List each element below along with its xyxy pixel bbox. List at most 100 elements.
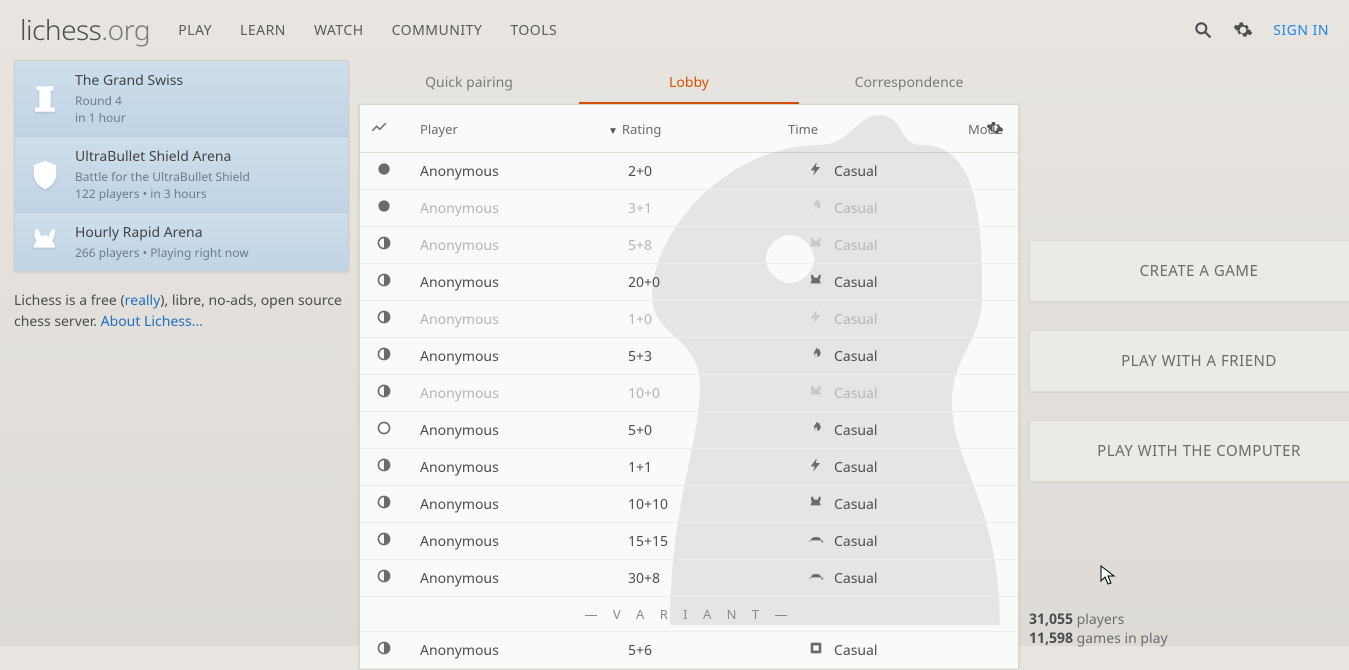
time-control: 1+1 [628, 458, 808, 477]
lobby-row[interactable]: Anonymous30+8Casual [360, 560, 1018, 597]
tab-quick-pairing[interactable]: Quick pairing [359, 63, 579, 104]
rabbit-icon [27, 224, 63, 260]
color-indicator-icon [370, 161, 420, 182]
game-mode: Casual [834, 273, 878, 292]
col-time[interactable]: Time [788, 120, 968, 138]
game-mode: Casual [834, 310, 878, 329]
game-mode: Casual [834, 641, 878, 660]
time-control: 15+15 [628, 532, 808, 551]
time-control: 2+0 [628, 162, 808, 181]
color-indicator-icon [370, 383, 420, 404]
nav-community[interactable]: COMMUNITY [392, 21, 483, 40]
bolt-icon [808, 457, 824, 478]
color-indicator-icon [370, 309, 420, 330]
chart-icon[interactable] [370, 118, 420, 140]
lobby-row[interactable]: Anonymous5+6 Casual [360, 632, 1018, 669]
color-indicator-icon [370, 494, 420, 515]
color-indicator-icon [370, 420, 420, 441]
rabbit-icon [808, 383, 824, 404]
site-stats: 31,055 players 11,598 games in play [1029, 610, 1349, 648]
player-name: Anonymous [420, 421, 628, 440]
event-title: Hourly Rapid Arena [75, 223, 249, 242]
sort-desc-icon: ▼ [608, 123, 618, 137]
time-control: 5+6 [628, 641, 808, 660]
player-name: Anonymous [420, 532, 628, 551]
games-count: 11,598 [1029, 629, 1073, 648]
time-control: 5+0 [628, 421, 808, 440]
gear-icon[interactable] [1233, 20, 1253, 40]
signin-link[interactable]: SIGN IN [1273, 21, 1329, 40]
play-computer-button[interactable]: PLAY WITH THE COMPUTER [1029, 420, 1349, 482]
lobby-row[interactable]: Anonymous10+10 Casual [360, 486, 1018, 523]
main-nav: PLAY LEARN WATCH COMMUNITY TOOLS [178, 21, 557, 40]
game-mode: Casual [834, 236, 878, 255]
bolt-icon [808, 161, 824, 182]
event-card[interactable]: Hourly Rapid Arena266 players • Playing … [15, 213, 348, 271]
nav-play[interactable]: PLAY [178, 21, 212, 40]
lobby-row[interactable]: Anonymous15+15Casual [360, 523, 1018, 560]
tab-lobby[interactable]: Lobby [579, 63, 799, 104]
game-mode: Casual [834, 384, 878, 403]
turtle-icon [808, 568, 824, 589]
fire-icon [808, 420, 824, 441]
time-control: 30+8 [628, 569, 808, 588]
color-indicator-icon [370, 640, 420, 661]
time-control: 10+0 [628, 384, 808, 403]
play-friend-button[interactable]: PLAY WITH A FRIEND [1029, 330, 1349, 392]
lobby-row[interactable]: Anonymous3+1Casual [360, 190, 1018, 227]
col-player[interactable]: Player [420, 120, 608, 138]
lobby-row[interactable]: Anonymous10+0 Casual [360, 375, 1018, 412]
color-indicator-icon [370, 346, 420, 367]
really-link[interactable]: really [125, 291, 161, 310]
color-indicator-icon [370, 568, 420, 589]
lobby-row[interactable]: Anonymous1+0Casual [360, 301, 1018, 338]
event-card[interactable]: The Grand Swiss Round 4in 1 hour [15, 61, 348, 137]
player-name: Anonymous [420, 347, 628, 366]
time-control: 5+3 [628, 347, 808, 366]
lobby-tabs: Quick pairing Lobby Correspondence [359, 60, 1019, 104]
event-title: UltraBullet Shield Arena [75, 147, 250, 166]
time-control: 20+0 [628, 273, 808, 292]
game-mode: Casual [834, 199, 878, 218]
game-mode: Casual [834, 347, 878, 366]
event-card[interactable]: UltraBullet Shield ArenaBattle for the U… [15, 137, 348, 213]
event-title: The Grand Swiss [75, 71, 183, 90]
color-indicator-icon [370, 198, 420, 219]
turtle-icon [808, 531, 824, 552]
game-mode: Casual [834, 458, 878, 477]
nav-tools[interactable]: TOOLS [510, 21, 557, 40]
player-name: Anonymous [420, 310, 628, 329]
color-indicator-icon [370, 531, 420, 552]
nav-learn[interactable]: LEARN [240, 21, 286, 40]
lobby-table: Player ▼Rating Time Mode Anonymous2+0Cas… [359, 104, 1019, 670]
lobby-row[interactable]: Anonymous5+3 Casual [360, 338, 1018, 375]
rabbit-icon [808, 494, 824, 515]
lobby-settings-icon[interactable] [986, 119, 1004, 142]
col-rating[interactable]: ▼Rating [608, 120, 788, 138]
lobby-row[interactable]: Anonymous1+1Casual [360, 449, 1018, 486]
site-logo[interactable]: lichess.org [20, 11, 150, 49]
shield-icon [27, 157, 63, 193]
nav-watch[interactable]: WATCH [314, 21, 364, 40]
time-control: 10+10 [628, 495, 808, 514]
time-control: 3+1 [628, 199, 808, 218]
game-mode: Casual [834, 495, 878, 514]
time-control: 5+8 [628, 236, 808, 255]
players-count: 31,055 [1029, 610, 1073, 629]
player-name: Anonymous [420, 641, 628, 660]
event-subtitle: Round 4in 1 hour [75, 92, 183, 126]
game-mode: Casual [834, 162, 878, 181]
fire-icon [808, 346, 824, 367]
lobby-row[interactable]: Anonymous20+0Casual [360, 264, 1018, 301]
player-name: Anonymous [420, 384, 628, 403]
game-mode: Casual [834, 569, 878, 588]
create-game-button[interactable]: CREATE A GAME [1029, 240, 1349, 302]
game-mode: Casual [834, 421, 878, 440]
lobby-row[interactable]: Anonymous5+0 Casual [360, 412, 1018, 449]
about-lichess-link[interactable]: About Lichess... [101, 312, 203, 331]
search-icon[interactable] [1193, 20, 1213, 40]
player-name: Anonymous [420, 495, 628, 514]
lobby-row[interactable]: Anonymous2+0Casual [360, 153, 1018, 190]
lobby-row[interactable]: Anonymous5+8Casual [360, 227, 1018, 264]
tab-correspondence[interactable]: Correspondence [799, 63, 1019, 104]
